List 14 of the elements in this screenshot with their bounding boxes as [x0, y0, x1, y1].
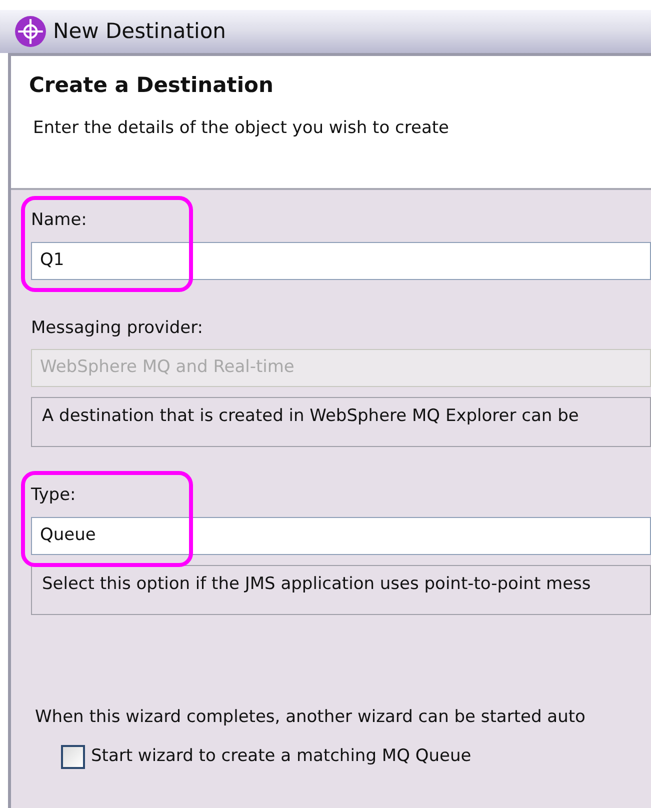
text-field[interactable]: Queue	[31, 516, 651, 554]
window-title: New Destination	[53, 18, 226, 45]
page-description: Enter the details of the object you wish to create	[33, 116, 450, 140]
field-label: Type:	[31, 484, 76, 507]
field-label: Messaging provider:	[31, 316, 204, 340]
field-label: Name:	[31, 209, 87, 232]
checkbox[interactable]	[61, 744, 85, 769]
page-title: Create a Destination	[29, 72, 274, 99]
description-box: Select this option if the JMS application uses point-to-point mess	[31, 564, 651, 614]
crosshair-globe-icon	[14, 15, 47, 48]
description-box: A destination that is created in WebSphere MQ Explorer can be	[31, 397, 651, 447]
wizard-note: When this wizard completes, another wizard can be started auto	[35, 706, 586, 728]
text-field[interactable]: Q1	[31, 242, 651, 280]
wizard-checkbox[interactable]: Start wizard to create a matching MQ Queue	[61, 744, 472, 770]
